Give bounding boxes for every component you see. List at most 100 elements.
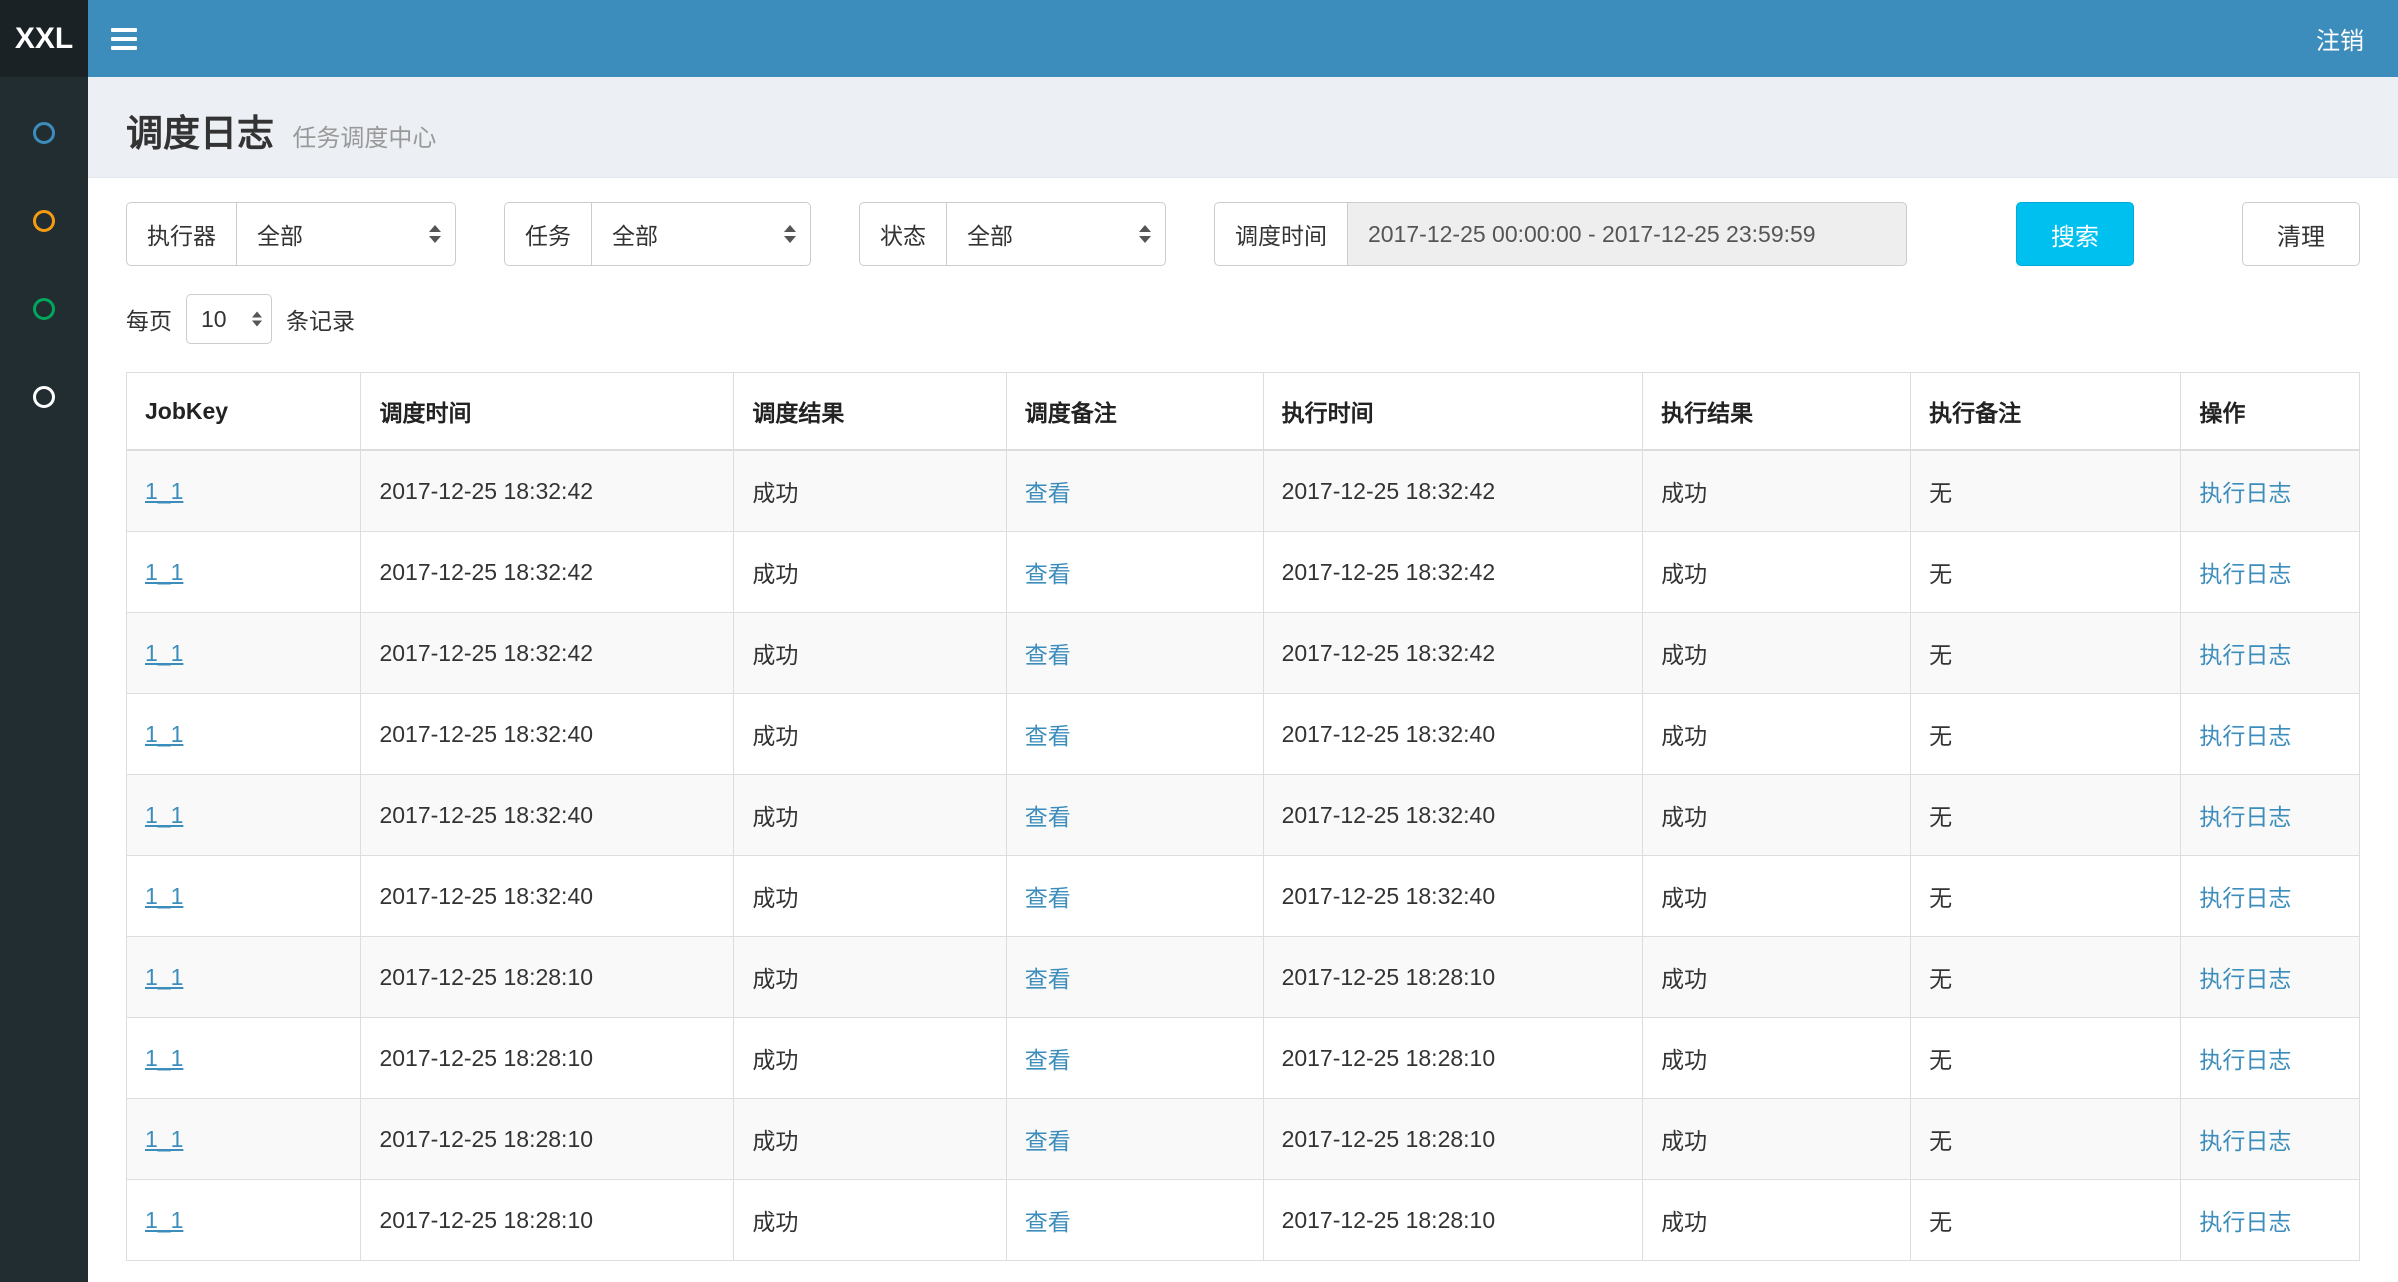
handle-result-cell: 成功 [1643, 937, 1911, 1018]
sidebar [0, 77, 88, 1282]
table-row: 1_12017-12-25 18:32:42成功查看2017-12-25 18:… [127, 532, 2360, 613]
filter-bar: 执行器 全部 任务 全部 状态 全部 [126, 202, 2360, 266]
table-row: 1_12017-12-25 18:28:10成功查看2017-12-25 18:… [127, 1180, 2360, 1261]
circle-o-icon [33, 210, 55, 232]
jobkey-link[interactable]: 1_1 [145, 1045, 183, 1071]
col-header-action: 操作 [2181, 373, 2360, 451]
exec-log-link[interactable]: 执行日志 [2199, 561, 2291, 587]
handle-result-cell: 成功 [1643, 613, 1911, 694]
col-header-handle-result: 执行结果 [1643, 373, 1911, 451]
jobkey-link[interactable]: 1_1 [145, 964, 183, 990]
exec-log-link[interactable]: 执行日志 [2199, 1128, 2291, 1154]
jobkey-link[interactable]: 1_1 [145, 883, 183, 909]
status-select-value: 全部 [967, 217, 1013, 251]
col-header-trigger-time: 调度时间 [361, 373, 734, 451]
jobkey-link[interactable]: 1_1 [145, 640, 183, 666]
jobkey-link[interactable]: 1_1 [145, 1207, 183, 1233]
handle-msg-cell: 无 [1911, 450, 2181, 532]
clear-button[interactable]: 清理 [2242, 202, 2360, 266]
page-size-select[interactable]: 10 [186, 294, 272, 344]
trigger-time-cell: 2017-12-25 18:32:42 [361, 450, 734, 532]
page-size-row: 每页 10 条记录 [126, 294, 2360, 344]
exec-log-link[interactable]: 执行日志 [2199, 1209, 2291, 1235]
sidebar-item-1[interactable] [0, 89, 88, 177]
trigger-msg-link[interactable]: 查看 [1025, 642, 1071, 668]
select-arrows-icon [784, 225, 796, 243]
table-row: 1_12017-12-25 18:28:10成功查看2017-12-25 18:… [127, 1099, 2360, 1180]
exec-log-link[interactable]: 执行日志 [2199, 885, 2291, 911]
trigger-msg-link-cell: 查看 [1006, 694, 1263, 775]
sidebar-item-3[interactable] [0, 265, 88, 353]
sidebar-item-4[interactable] [0, 353, 88, 441]
status-select[interactable]: 全部 [946, 202, 1166, 266]
trigger-msg-link-cell: 查看 [1006, 775, 1263, 856]
handle-result-cell: 成功 [1643, 532, 1911, 613]
handle-msg-cell: 无 [1911, 694, 2181, 775]
hamburger-icon [111, 28, 137, 32]
trigger-time-filter-group: 调度时间 [1214, 202, 1907, 266]
trigger-result-cell: 成功 [734, 937, 1006, 1018]
exec-log-link[interactable]: 执行日志 [2199, 966, 2291, 992]
jobkey-link[interactable]: 1_1 [145, 1126, 183, 1152]
page-subtitle: 任务调度中心 [292, 125, 436, 152]
handle-time-cell: 2017-12-25 18:28:10 [1263, 1018, 1643, 1099]
handle-msg-cell: 无 [1911, 1018, 2181, 1099]
table-row: 1_12017-12-25 18:28:10成功查看2017-12-25 18:… [127, 1018, 2360, 1099]
handle-time-cell: 2017-12-25 18:32:42 [1263, 450, 1643, 532]
col-header-handle-time: 执行时间 [1263, 373, 1643, 451]
trigger-msg-link[interactable]: 查看 [1025, 804, 1071, 830]
page-size-prefix: 每页 [126, 302, 172, 336]
jobkey-link[interactable]: 1_1 [145, 559, 183, 585]
page-size-value: 10 [201, 306, 227, 333]
exec-log-link-cell: 执行日志 [2181, 775, 2360, 856]
trigger-result-cell: 成功 [734, 694, 1006, 775]
sidebar-toggle-button[interactable] [88, 0, 160, 77]
exec-log-link[interactable]: 执行日志 [2199, 480, 2291, 506]
trigger-result-cell: 成功 [734, 1018, 1006, 1099]
trigger-result-cell: 成功 [734, 1180, 1006, 1261]
circle-o-icon [33, 386, 55, 408]
sidebar-item-2[interactable] [0, 177, 88, 265]
trigger-msg-link-cell: 查看 [1006, 532, 1263, 613]
trigger-result-cell: 成功 [734, 775, 1006, 856]
jobkey-link[interactable]: 1_1 [145, 721, 183, 747]
job-select[interactable]: 全部 [591, 202, 811, 266]
handle-result-cell: 成功 [1643, 856, 1911, 937]
trigger-msg-link[interactable]: 查看 [1025, 723, 1071, 749]
trigger-msg-link[interactable]: 查看 [1025, 561, 1071, 587]
select-arrows-icon [1139, 225, 1151, 243]
trigger-time-cell: 2017-12-25 18:32:42 [361, 613, 734, 694]
trigger-msg-link-cell: 查看 [1006, 613, 1263, 694]
search-button[interactable]: 搜索 [2016, 202, 2134, 266]
handle-time-cell: 2017-12-25 18:28:10 [1263, 937, 1643, 1018]
trigger-result-cell: 成功 [734, 613, 1006, 694]
log-table: JobKey 调度时间 调度结果 调度备注 执行时间 执行结果 执行备注 操作 … [126, 372, 2360, 1261]
exec-log-link[interactable]: 执行日志 [2199, 642, 2291, 668]
trigger-msg-link[interactable]: 查看 [1025, 885, 1071, 911]
handle-msg-cell: 无 [1911, 775, 2181, 856]
trigger-time-range-input[interactable] [1347, 202, 1907, 266]
trigger-msg-link[interactable]: 查看 [1025, 1128, 1071, 1154]
col-header-jobkey: JobKey [127, 373, 361, 451]
top-navbar: XXL 注销 [0, 0, 2398, 77]
status-filter-group: 状态 全部 [859, 202, 1166, 266]
executor-select[interactable]: 全部 [236, 202, 456, 266]
status-label: 状态 [859, 202, 946, 266]
trigger-time-cell: 2017-12-25 18:28:10 [361, 1180, 734, 1261]
handle-time-cell: 2017-12-25 18:32:40 [1263, 694, 1643, 775]
exec-log-link[interactable]: 执行日志 [2199, 804, 2291, 830]
jobkey-link[interactable]: 1_1 [145, 802, 183, 828]
trigger-msg-link[interactable]: 查看 [1025, 1047, 1071, 1073]
exec-log-link-cell: 执行日志 [2181, 532, 2360, 613]
jobkey-link[interactable]: 1_1 [145, 478, 183, 504]
trigger-time-cell: 2017-12-25 18:32:42 [361, 532, 734, 613]
trigger-msg-link[interactable]: 查看 [1025, 1209, 1071, 1235]
executor-label: 执行器 [126, 202, 236, 266]
trigger-msg-link[interactable]: 查看 [1025, 966, 1071, 992]
logout-link[interactable]: 注销 [2316, 21, 2364, 56]
table-row: 1_12017-12-25 18:32:42成功查看2017-12-25 18:… [127, 450, 2360, 532]
trigger-msg-link[interactable]: 查看 [1025, 480, 1071, 506]
exec-log-link[interactable]: 执行日志 [2199, 723, 2291, 749]
trigger-msg-link-cell: 查看 [1006, 856, 1263, 937]
exec-log-link[interactable]: 执行日志 [2199, 1047, 2291, 1073]
